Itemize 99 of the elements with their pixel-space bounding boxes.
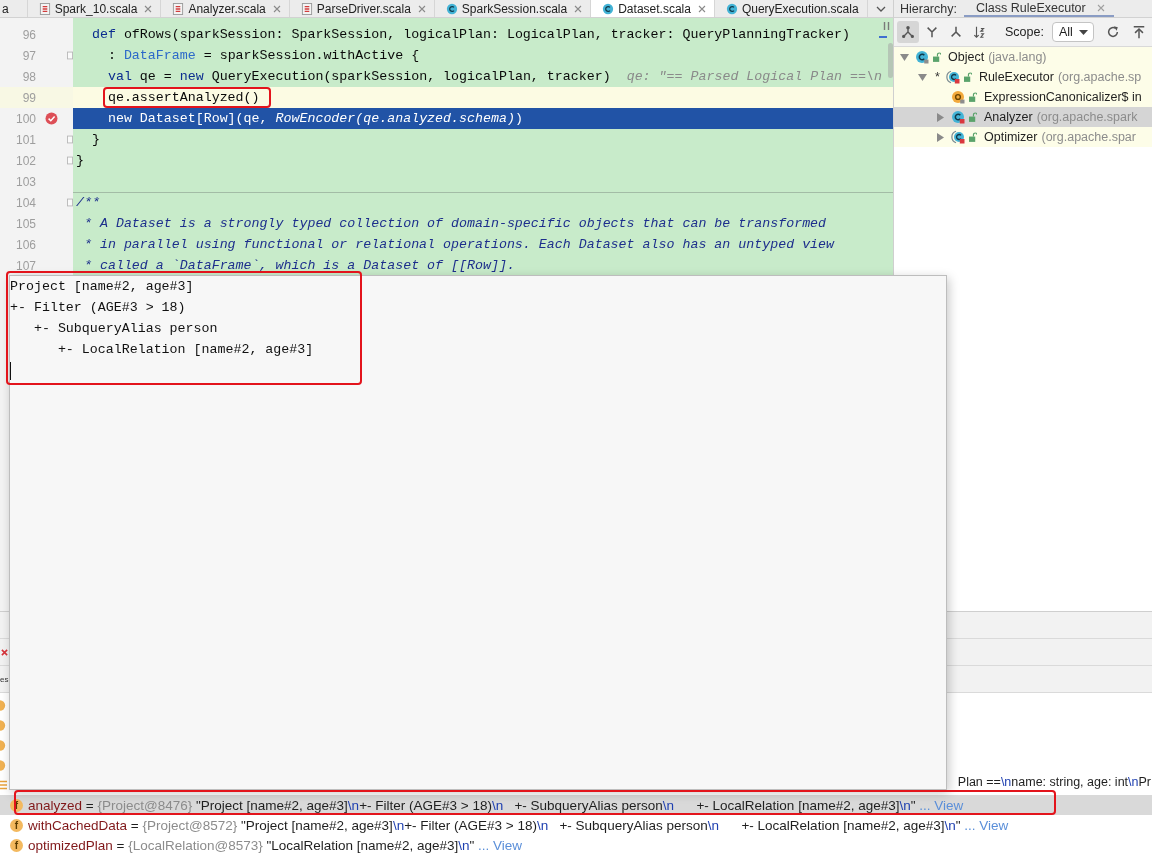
code-line: : DataFrame = sparkSession.withActive { — [106, 48, 420, 63]
close-icon[interactable] — [417, 4, 426, 13]
arrow-to-top-icon[interactable] — [1131, 25, 1146, 39]
plan-line: +- SubqueryAlias person — [32, 320, 219, 338]
fold-marker-icon[interactable] — [67, 135, 73, 144]
double-bar-icon[interactable] — [883, 22, 890, 30]
field-icon: f — [10, 838, 23, 852]
code-line: * called a `DataFrame`, which is a Dataset of [[Row]]. — [82, 258, 515, 273]
line-number: 103 — [14, 174, 36, 189]
toolbar-button[interactable] — [897, 21, 919, 43]
variable-text: withCachedData = {Project@8572} "Project [name#2, age#3]\n+- Filter (AGE#3 > 18)\n +- SubqueryAlias person\n +- LocalRelation [name#2, age#3]\n" ... View — [28, 817, 1009, 833]
variable-text: analyzed = {Project@8476} "Project [name#2, age#3]\n+- Filter (AGE#3 > 18)\n +- SubqueryAlias person\n +- LocalRelation [name#2, age#3]\n" ... View — [28, 797, 964, 813]
variable-text: optimizedPlan = {LocalRelation@8573} "LocalRelation [name#2, age#3]\n" ... View — [28, 837, 523, 853]
code-line: } — [76, 153, 84, 168]
open-padlock-icon — [963, 72, 972, 82]
close-icon[interactable] — [697, 4, 706, 13]
tree-item-label[interactable]: Optimizer (org.apache.spar — [984, 130, 1136, 144]
line-number: 100 — [14, 111, 36, 126]
supertypes-icon — [949, 25, 963, 39]
editor-tab[interactable]: Spark_10.scala — [27, 0, 162, 17]
fold-marker-icon[interactable] — [67, 156, 73, 165]
cross-icon[interactable] — [1, 648, 8, 656]
object-icon — [951, 90, 965, 104]
code-line: new Dataset[Row](qe, RowEncoder(qe.analyzed.schema)) — [106, 111, 523, 126]
line-number: 105 — [14, 216, 36, 231]
code-line: qe.assertAnalyzed() — [106, 90, 260, 105]
subtypes-icon — [925, 25, 939, 39]
editor-tab[interactable]: QueryExecution.scala — [714, 0, 868, 17]
expanded-arrow-icon[interactable] — [917, 73, 927, 81]
list-icon — [0, 780, 7, 790]
class-icon — [951, 110, 965, 124]
class-icon — [602, 2, 615, 15]
open-padlock-icon — [969, 132, 977, 142]
code-line: } — [90, 132, 100, 147]
tree-item-label[interactable]: Object (java.lang) — [948, 50, 1047, 64]
plan-line: Project [name#2, age#3] — [10, 278, 195, 296]
collapsed-arrow-icon[interactable] — [936, 112, 944, 122]
editor-tab[interactable]: Analyzer.scala — [161, 0, 290, 17]
code-line: * A Dataset is a strongly typed collection of domain-specific objects that can be transformed — [82, 216, 827, 231]
collapsed-arrow-icon[interactable] — [936, 132, 944, 142]
panel-title: Hierarchy: — [900, 1, 957, 16]
class-icon — [445, 2, 458, 15]
label-fragment: es — [0, 674, 9, 684]
tree-row[interactable]: Analyzer (org.apache.spark — [894, 107, 1152, 127]
line-number: 107 — [14, 258, 36, 273]
open-padlock-icon — [969, 112, 977, 122]
tree-row[interactable]: ExpressionCanonicalizer$ in — [894, 87, 1152, 107]
code-line: val qe = new QueryExecution(sparkSession, logicalPlan, tracker) — [106, 69, 611, 84]
tree-row[interactable]: Object (java.lang) — [894, 47, 1152, 67]
line-number: 96 — [21, 27, 36, 42]
line-number: 104 — [14, 195, 36, 210]
text-cursor — [10, 361, 11, 380]
variable-row[interactable]: f withCachedData = {Project@8572} "Project [name#2, age#3]\n+- Filter (AGE#3 > 18)\n +- SubqueryAlias person\n +- LocalRelation [name#2, age#3]\n" ... View — [0, 815, 1152, 835]
inline-value-hint: qe: "== Parsed Logical Plan ==\n — [626, 69, 882, 84]
field-icon: f — [10, 818, 23, 832]
breakpoint-icon[interactable] — [45, 112, 58, 125]
class-icon — [915, 50, 929, 64]
tree-item-label[interactable]: ExpressionCanonicalizer$ in — [984, 90, 1142, 104]
editor-tab[interactable]: Dataset.scala — [591, 0, 715, 17]
open-padlock-icon — [969, 92, 977, 102]
close-icon[interactable] — [272, 4, 281, 13]
abstract-class-icon — [951, 130, 965, 144]
editor-tab[interactable]: a — [0, 0, 28, 17]
line-number: 101 — [14, 132, 36, 147]
tree-row[interactable]: * RuleExecutor (org.apache.sp — [894, 67, 1152, 87]
code-line: /** — [76, 195, 100, 210]
asterisk-marker: * — [934, 70, 941, 84]
open-padlock-icon — [933, 52, 941, 62]
scope-dropdown[interactable]: All — [1051, 22, 1094, 42]
close-icon[interactable] — [144, 4, 153, 13]
expanded-arrow-icon[interactable] — [899, 53, 909, 61]
line-number: 102 — [14, 153, 36, 168]
refresh-icon[interactable] — [1105, 25, 1120, 39]
line-number: 99 — [21, 90, 36, 105]
class-icon — [725, 2, 738, 15]
fold-marker-icon[interactable] — [67, 198, 73, 207]
line-number: 97 — [21, 48, 36, 63]
sort-icon — [973, 25, 987, 39]
fold-marker-icon[interactable] — [67, 51, 73, 60]
code-line: * in parallel using functional or relational operations. Each Dataset also has an untyped view — [82, 237, 835, 252]
tree-row[interactable]: Optimizer (org.apache.spar — [894, 127, 1152, 147]
scope-label: Scope: — [1005, 25, 1044, 39]
tree-item-label[interactable]: Analyzer (org.apache.spark — [984, 110, 1138, 124]
variable-text: Plan ==\nname: string, age: int\nPr — [957, 775, 1151, 789]
line-number: 106 — [14, 237, 36, 252]
plan-line: +- LocalRelation [name#2, age#3] — [56, 341, 315, 359]
chevron-down-icon[interactable] — [876, 5, 886, 12]
variable-row[interactable]: f optimizedPlan = {LocalRelation@8573} "LocalRelation [name#2, age#3]\n" ... View — [0, 835, 1152, 855]
line-number: 98 — [21, 69, 36, 84]
close-icon[interactable] — [574, 4, 583, 13]
caret-icon — [1078, 29, 1088, 35]
plan-line: +- Filter (AGE#3 > 18) — [10, 299, 187, 317]
editor-tab[interactable]: ParseDriver.scala — [289, 0, 435, 17]
close-icon[interactable] — [1096, 3, 1105, 12]
tree-item-label[interactable]: RuleExecutor (org.apache.sp — [978, 70, 1142, 84]
abstract-class-icon — [945, 70, 960, 84]
hierarchy-icon — [901, 25, 915, 39]
scrollbar-thumb[interactable] — [888, 43, 893, 78]
code-line: def ofRows(sparkSession: SparkSession, logicalPlan: LogicalPlan, tracker: QueryPlanningTracker) — [90, 27, 850, 42]
